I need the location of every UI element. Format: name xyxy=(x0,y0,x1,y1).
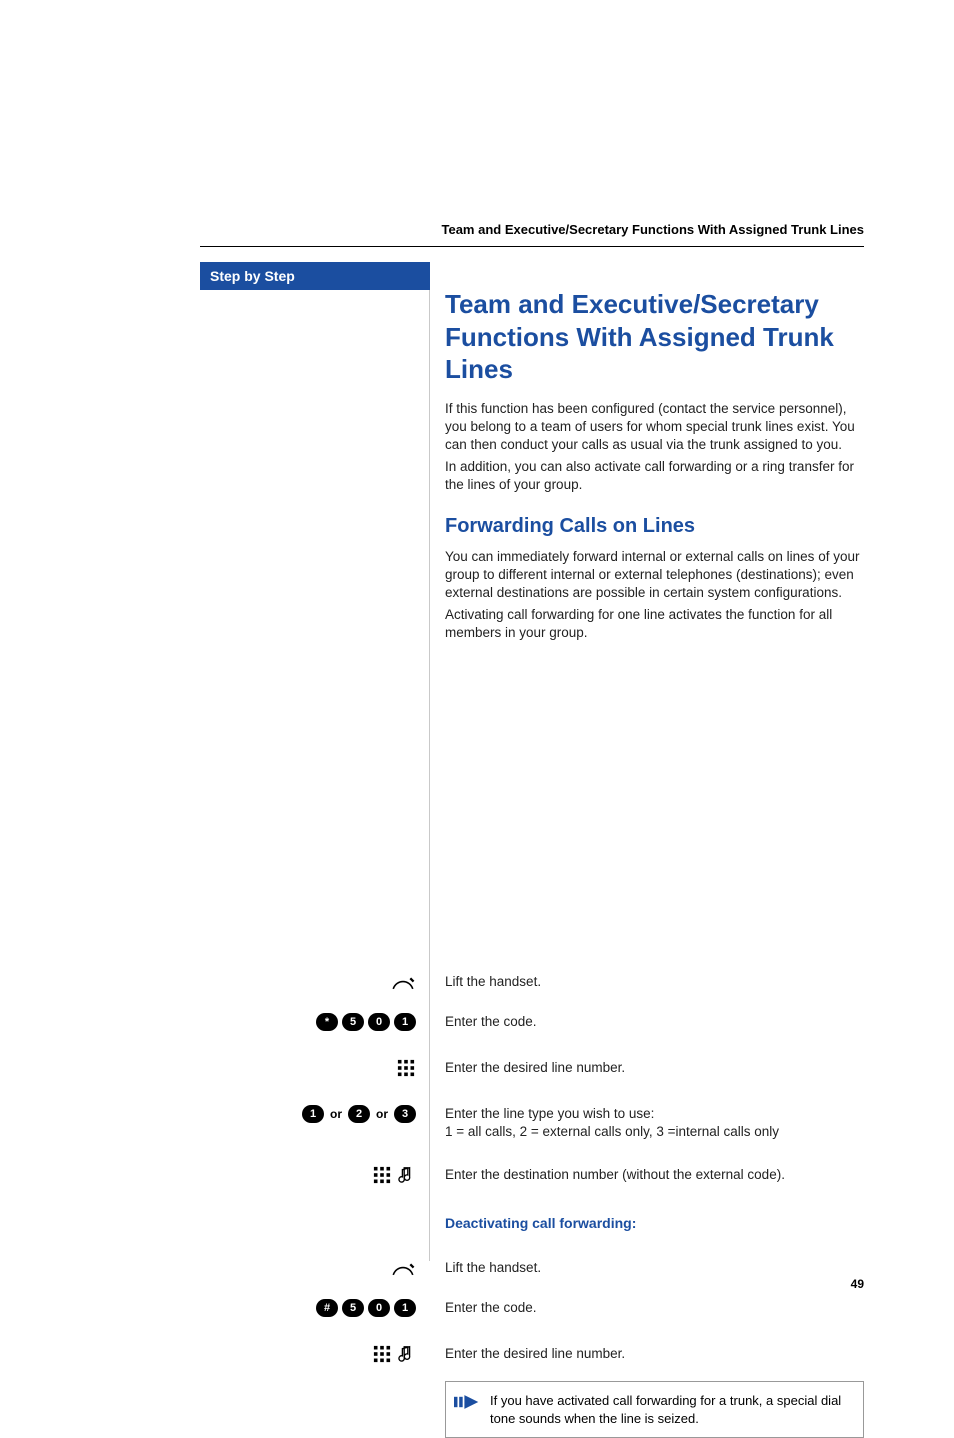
key-5: 5 xyxy=(342,1299,364,1317)
page-number: 49 xyxy=(851,1277,864,1291)
line-type-main: Enter the line type you wish to use: xyxy=(445,1106,654,1121)
deactivate-heading: Deactivating call forwarding: xyxy=(445,1214,864,1233)
section-body-2: Activating call forwarding for one line … xyxy=(445,606,864,642)
step-icon-area: # 5 0 1 xyxy=(200,1299,430,1317)
handset-lift-icon xyxy=(390,1259,416,1281)
note-box: If you have activated call forwarding fo… xyxy=(445,1381,864,1438)
step-text-line-type: Enter the line type you wish to use: 1 =… xyxy=(430,1105,864,1141)
step-by-step-header: Step by Step xyxy=(200,262,430,290)
section-heading-forwarding: Forwarding Calls on Lines xyxy=(445,515,864,538)
step-text-enter-line-2: Enter the desired line number. xyxy=(430,1345,864,1363)
step-text-lift-handset: Lift the handset. xyxy=(430,973,864,991)
header-rule xyxy=(200,246,864,247)
line-type-sub: 1 = all calls, 2 = external calls only, … xyxy=(445,1123,864,1141)
step-text-code-deactivate: Enter the code. xyxy=(430,1299,864,1317)
left-column: Step by Step xyxy=(200,262,430,1261)
keypad-icon xyxy=(372,1345,392,1363)
step-text-enter-dest: Enter the destination number (without th… xyxy=(430,1166,864,1184)
note-text: If you have activated call forwarding fo… xyxy=(490,1393,841,1426)
key-1: 1 xyxy=(394,1299,416,1317)
page-title: Team and Executive/Secretary Functions W… xyxy=(445,288,864,386)
page: Team and Executive/Secretary Functions W… xyxy=(0,0,954,1351)
tone-note-icon xyxy=(396,1345,416,1363)
step-icon-area xyxy=(200,1259,430,1281)
intro-paragraph-1: If this function has been configured (co… xyxy=(445,400,864,455)
right-column: Team and Executive/Secretary Functions W… xyxy=(445,262,864,643)
step-text-lift-handset-2: Lift the handset. xyxy=(430,1259,864,1277)
running-header: Team and Executive/Secretary Functions W… xyxy=(200,222,864,245)
key-0: 0 xyxy=(368,1299,390,1317)
step-row-enter-line-2: Enter the desired line number. xyxy=(200,1345,864,1363)
step-row-code-deactivate: # 5 0 1 Enter the code. xyxy=(200,1299,864,1317)
deactivate-heading-wrap: Deactivating call forwarding: xyxy=(430,1202,864,1241)
step-row-lift-handset-2: Lift the handset. xyxy=(200,1259,864,1281)
step-text-enter-line: Enter the desired line number. xyxy=(430,1059,864,1077)
step-icon-area xyxy=(200,1345,430,1363)
section-body-1: You can immediately forward internal or … xyxy=(445,548,864,603)
key-hash: # xyxy=(316,1299,338,1317)
note-arrow-icon xyxy=(454,1392,480,1417)
intro-paragraph-2: In addition, you can also activate call … xyxy=(445,458,864,494)
content: Step by Step Team and Executive/Secretar… xyxy=(200,262,864,1261)
step-text-code-activate: Enter the code. xyxy=(430,1013,864,1031)
